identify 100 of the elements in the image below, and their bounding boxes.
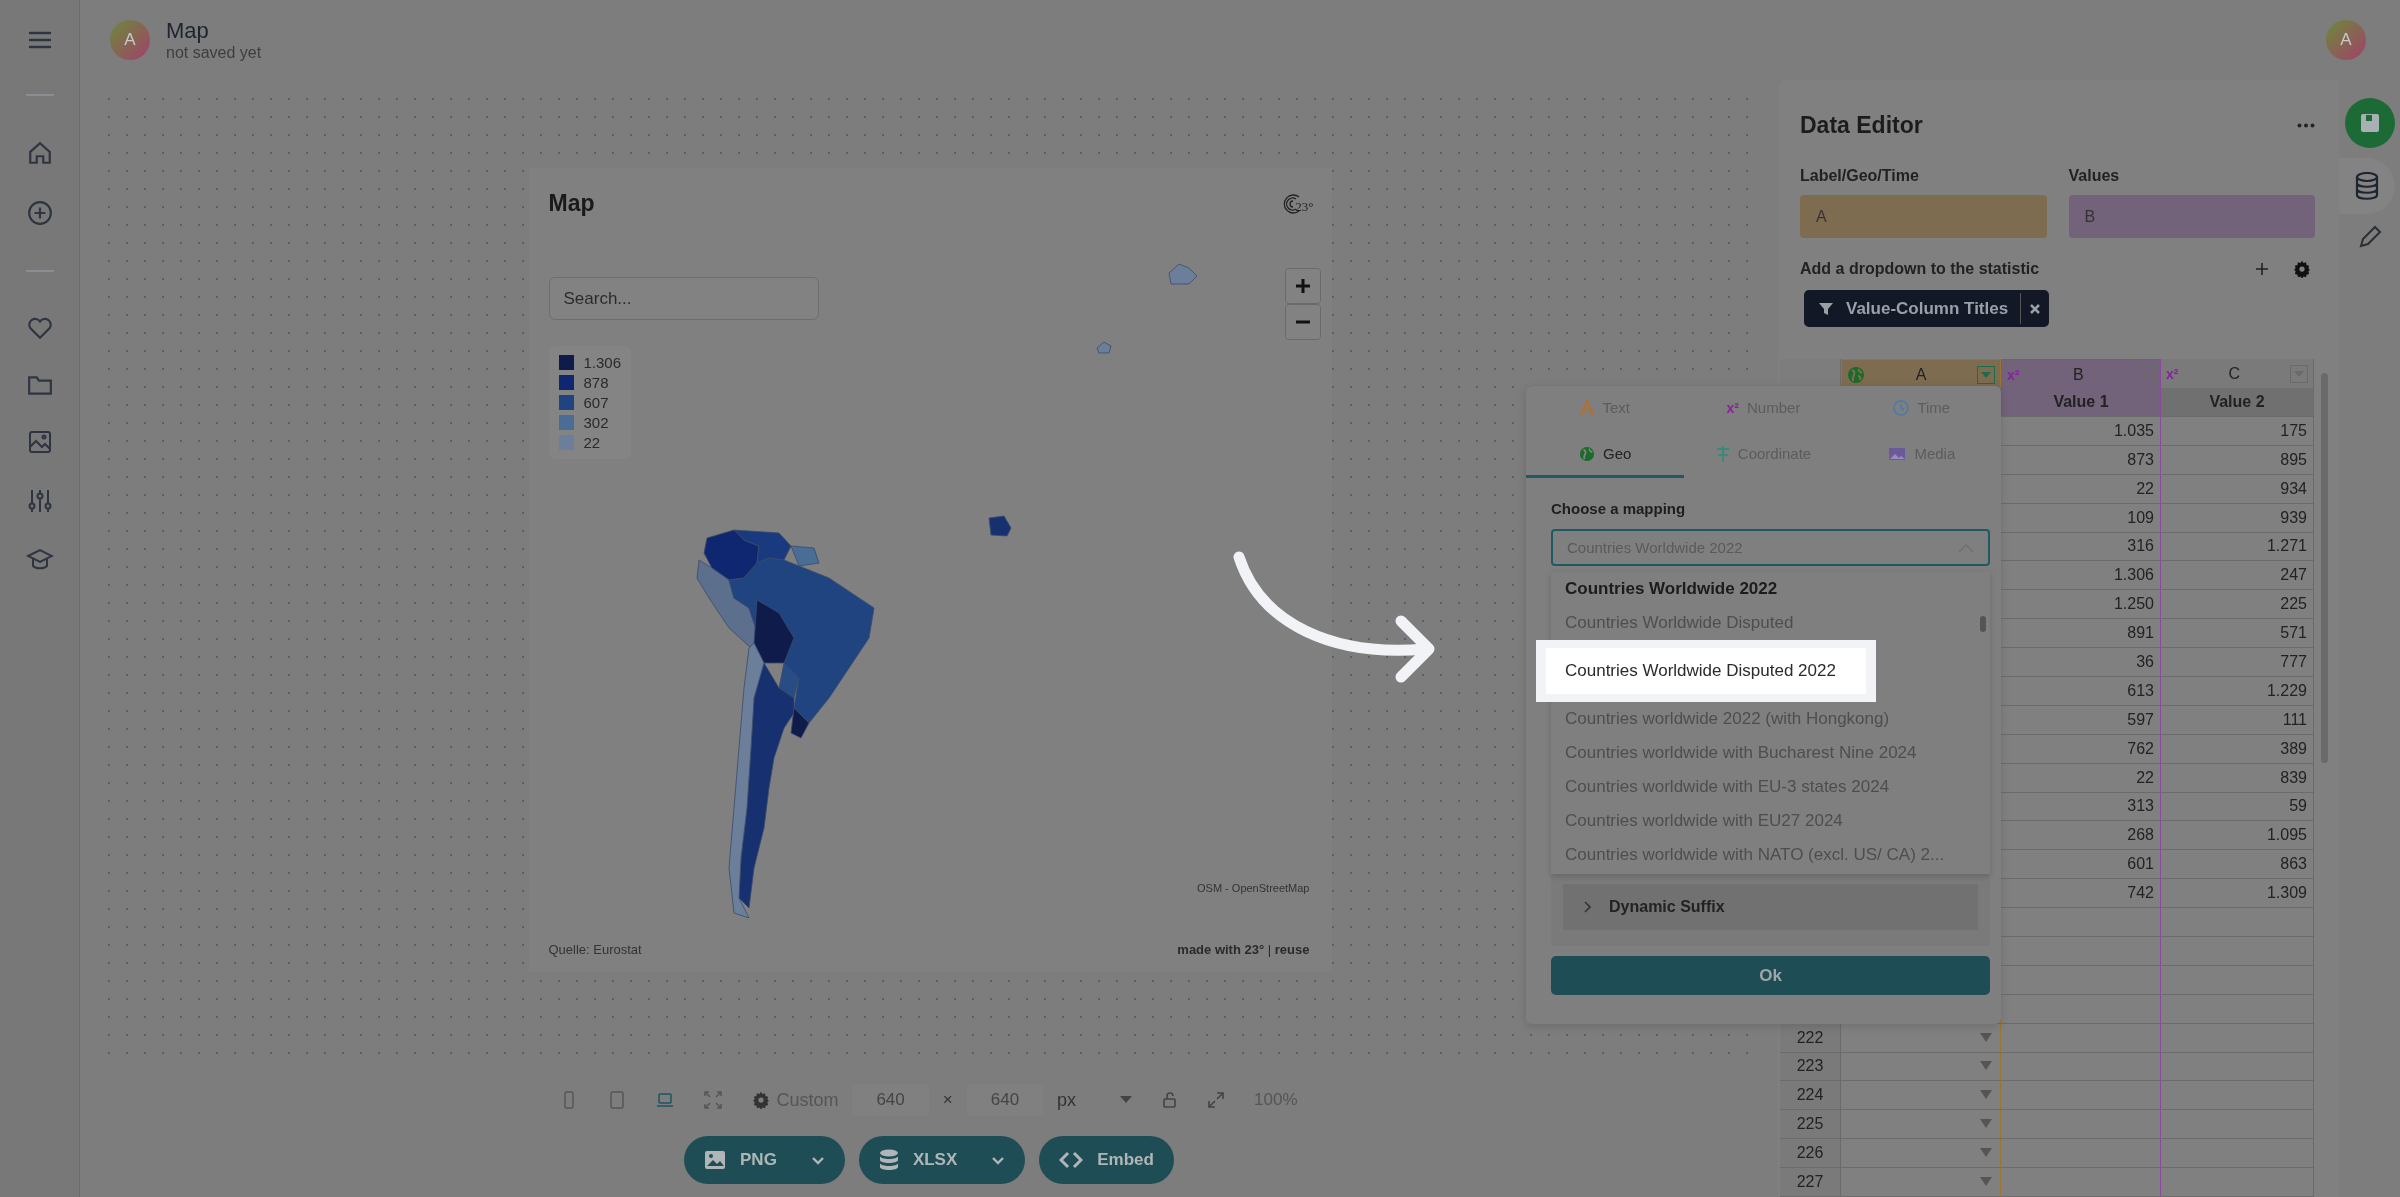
table-cell: 225	[2161, 590, 2314, 620]
caret-icon[interactable]	[1980, 1177, 1992, 1188]
avatar[interactable]: A	[110, 20, 150, 60]
row-number: 224	[1780, 1081, 1841, 1111]
globe-icon	[1847, 365, 1865, 384]
folder-icon[interactable]	[26, 374, 53, 396]
text-type-icon	[1580, 399, 1595, 416]
legend-label: 22	[583, 434, 601, 451]
filter-chip[interactable]: Value-Column Titles	[1804, 290, 2050, 328]
row-number: 225	[1780, 1110, 1841, 1140]
table-cell: 389	[2161, 734, 2314, 764]
dropdown-label: Add a dropdown to the statistic	[1800, 260, 2041, 278]
remove-icon[interactable]	[2029, 302, 2042, 315]
row-number: 226	[1780, 1139, 1841, 1169]
table-cell: 571	[2161, 619, 2314, 649]
mapping-option[interactable]: Countries Worldwide 2022	[1551, 572, 1965, 606]
panel-title: Data Editor	[1800, 112, 1923, 139]
chart-title: Map	[548, 190, 595, 217]
row-number: 227	[1780, 1168, 1841, 1197]
signpost-icon	[1715, 444, 1730, 463]
table-cell: 247	[2161, 561, 2314, 591]
image-icon	[704, 1150, 727, 1170]
more-icon[interactable]	[2297, 123, 2315, 128]
table-cell: 1.271	[2161, 532, 2314, 562]
legend-label: 1.306	[583, 354, 622, 371]
table-cell: 863	[2161, 850, 2314, 880]
settings-icon[interactable]	[2293, 260, 2311, 278]
database-icon	[878, 1149, 899, 1171]
table-cell: 934	[2161, 474, 2314, 504]
caret-icon[interactable]	[1980, 1061, 1992, 1072]
times-sign: ×	[942, 1090, 953, 1110]
user-avatar[interactable]: A	[2326, 20, 2366, 60]
export-button[interactable]: XLSX	[858, 1136, 1026, 1184]
add-icon[interactable]	[26, 200, 53, 226]
dynamic-suffix-section[interactable]: Dynamic Suffix	[1563, 884, 1978, 930]
credit-text: made with 23° | reuse	[1177, 942, 1310, 957]
table-cell: 175	[2161, 416, 2314, 446]
unit-select[interactable]: px	[1057, 1089, 1133, 1111]
legend-label: 878	[583, 374, 609, 391]
label-column-field[interactable]: A	[1800, 195, 2047, 238]
field-label: Label/Geo/Time	[1800, 167, 1920, 185]
export-button[interactable]: PNG	[684, 1136, 845, 1184]
table-cell: 1.229	[2161, 676, 2314, 706]
column-letter: B	[2072, 365, 2084, 384]
zoom-in-icon[interactable]	[1284, 268, 1321, 304]
clock-icon	[1893, 399, 1910, 416]
graduation-cap-icon[interactable]	[25, 548, 54, 572]
plus-icon[interactable]	[2255, 262, 2269, 276]
expand-icon[interactable]	[1208, 1092, 1225, 1108]
caret-icon[interactable]	[1980, 1119, 1992, 1130]
laptop-icon[interactable]	[656, 1091, 675, 1109]
home-icon[interactable]	[26, 140, 53, 166]
lock-icon[interactable]	[1162, 1092, 1179, 1108]
tablet-icon[interactable]	[608, 1091, 627, 1109]
type-tab[interactable]: Geo	[1526, 432, 1685, 478]
code-icon	[1059, 1150, 1084, 1170]
table-cell: 895	[2161, 445, 2314, 475]
table-cell: 777	[2161, 648, 2314, 677]
caret-icon[interactable]	[1980, 1090, 1992, 1101]
document-title: Map	[166, 18, 210, 44]
menu-icon[interactable]	[27, 30, 52, 50]
legend-label: 302	[583, 414, 609, 431]
image-icon	[1888, 446, 1907, 461]
table-cell: 839	[2161, 763, 2314, 793]
save-status: not saved yet	[166, 44, 262, 62]
caret-icon[interactable]	[1980, 1148, 1992, 1159]
chevron-down-icon[interactable]	[810, 1155, 825, 1165]
map-attribution: OSM - OpenStreetMap	[1197, 882, 1310, 894]
image-icon[interactable]	[27, 430, 52, 454]
table-cell: 59	[2161, 792, 2314, 822]
field-label: Choose a mapping	[1551, 500, 1687, 517]
table-cell: 939	[2161, 503, 2314, 533]
values-column-field[interactable]: B	[2068, 195, 2315, 238]
type-mark: x²	[2007, 366, 2020, 383]
chevron-down-icon[interactable]	[991, 1155, 1006, 1165]
gear-icon	[752, 1091, 771, 1109]
column-title: Value 2	[2161, 388, 2314, 417]
highlighted-option[interactable]: Countries Worldwide Disputed 2022	[1536, 640, 1876, 702]
caret-icon	[1120, 1096, 1133, 1104]
save-icon[interactable]	[2344, 98, 2395, 148]
logo-text: 23°	[1295, 198, 1314, 215]
heart-icon[interactable]	[26, 316, 53, 340]
filter-icon	[1818, 300, 1834, 317]
search-field[interactable]: Search...	[548, 277, 819, 320]
zoom-out-icon[interactable]	[1284, 304, 1321, 340]
field-label: Values	[2068, 167, 2121, 185]
fullscreen-icon[interactable]	[704, 1091, 723, 1109]
column-letter: C	[2228, 365, 2240, 384]
globe-icon	[1579, 445, 1595, 462]
table-cell: 1.309	[2161, 879, 2314, 909]
table-cell: 111	[2161, 705, 2314, 735]
type-mark: x²	[2166, 366, 2179, 383]
caret-icon[interactable]	[1980, 1032, 1992, 1043]
column-title: Value 1	[2001, 388, 2161, 417]
ok-button[interactable]: Ok	[1551, 956, 1990, 995]
reuse-link[interactable]: reuse	[1274, 942, 1310, 957]
sliders-icon[interactable]	[27, 488, 52, 514]
export-button[interactable]: Embed	[1039, 1136, 1174, 1184]
legend-label: 607	[583, 394, 609, 411]
source-note: Quelle: Eurostat	[548, 942, 642, 957]
